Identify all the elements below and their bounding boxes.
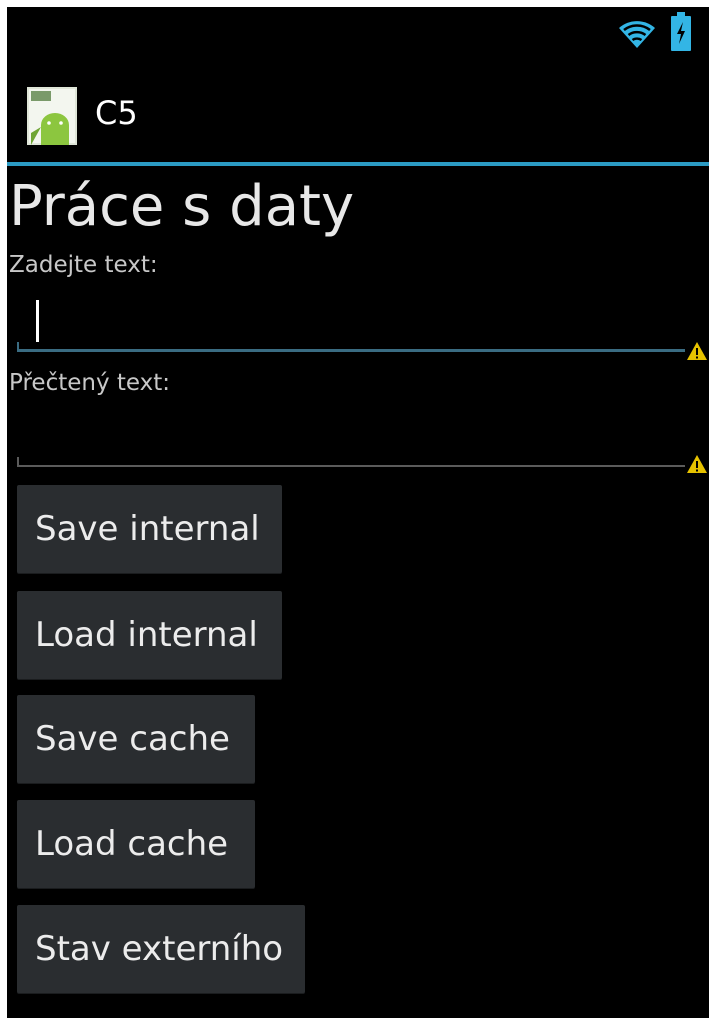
page-title: Práce s daty: [9, 174, 355, 239]
device-screen: C5 Práce s daty Zadejte text: Přečtený t…: [7, 7, 709, 1018]
text-cursor: [36, 300, 39, 342]
load-internal-button[interactable]: Load internal: [17, 591, 282, 679]
input-label: Zadejte text:: [9, 252, 158, 278]
save-cache-button[interactable]: Save cache: [17, 695, 255, 783]
wifi-icon: [619, 21, 655, 48]
text-input-field[interactable]: [17, 292, 685, 352]
action-bar-divider: [7, 162, 709, 166]
read-text-label: Přečtený text:: [9, 370, 171, 396]
action-bar: C5: [7, 65, 709, 162]
load-cache-button[interactable]: Load cache: [17, 800, 255, 888]
save-internal-button[interactable]: Save internal: [17, 485, 282, 573]
android-app-icon: [27, 87, 77, 145]
field-underline: [17, 465, 685, 467]
app-title: C5: [95, 94, 138, 132]
external-state-button[interactable]: Stav externího: [17, 905, 305, 993]
read-text-field[interactable]: [17, 407, 685, 467]
warning-icon: [687, 342, 707, 360]
battery-charging-icon: [671, 12, 691, 51]
status-bar: [7, 7, 709, 62]
warning-icon: [687, 455, 707, 473]
field-underline: [17, 349, 685, 352]
